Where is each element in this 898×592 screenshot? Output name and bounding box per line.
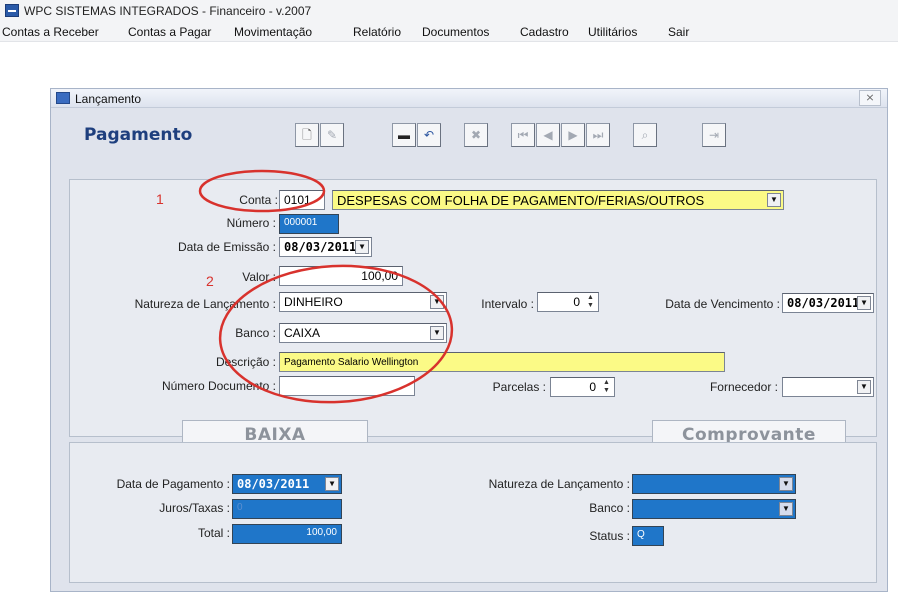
lancamento-form-panel: 1 Conta : 0101 DESPESAS COM FOLHA DE PAG… <box>69 179 877 450</box>
close-button[interactable]: ⨯ <box>859 90 881 106</box>
natureza-label: Natureza de Lançamento : <box>134 297 276 311</box>
banco-pagamento-select[interactable]: ▼ <box>632 499 796 519</box>
banco-label: Banco : <box>235 326 276 340</box>
intervalo-stepper[interactable]: 0 ▲ ▼ <box>537 292 599 312</box>
total-label: Total : <box>197 526 230 540</box>
data-emissao-value: 08/03/2011 <box>284 240 357 254</box>
data-pagamento-field[interactable]: 08/03/2011 ▼ <box>232 474 342 494</box>
menu-movimentacao[interactable]: Movimentação <box>234 25 312 39</box>
fornecedor-label: Fornecedor : <box>709 380 778 394</box>
chevron-down-icon[interactable]: ▼ <box>430 295 444 309</box>
window-title: WPC SISTEMAS INTEGRADOS - Financeiro - v… <box>24 4 312 18</box>
data-vencimento-label: Data de Vencimento : <box>665 297 780 311</box>
parcelas-label: Parcelas : <box>492 380 546 394</box>
intervalo-value: 0 <box>573 295 580 309</box>
menu-bar: Contas a Receber Contas a Pagar Moviment… <box>0 22 898 42</box>
pagamento-panel: Data de Pagamento : 08/03/2011 ▼ Juros/T… <box>69 442 877 583</box>
undo-icon[interactable]: ↶ <box>417 123 441 147</box>
chevron-down-icon[interactable]: ▼ <box>767 193 781 207</box>
data-vencimento-field[interactable]: 08/03/2011 ▼ <box>782 293 874 313</box>
chevron-down-icon[interactable]: ▼ <box>430 326 444 340</box>
search-icon[interactable]: ⌕ <box>633 123 657 147</box>
data-emissao-label: Data de Emissão : <box>177 240 276 254</box>
calendar-dropdown-icon[interactable]: ▼ <box>355 240 369 254</box>
banco-pagamento-label: Banco : <box>589 501 630 515</box>
edit-icon[interactable]: ✎ <box>320 123 344 147</box>
fornecedor-select[interactable]: ▼ <box>782 377 874 397</box>
numero-documento-field[interactable] <box>279 376 415 396</box>
descricao-field[interactable]: Pagamento Salario Wellington <box>279 352 725 372</box>
conta-code-input[interactable]: 0101 <box>279 190 325 210</box>
conta-name-text: DESPESAS COM FOLHA DE PAGAMENTO/FERIAS/O… <box>337 193 705 208</box>
natureza-select[interactable]: DINHEIRO ▼ <box>279 292 447 312</box>
annotation-mark-2: 2 <box>206 273 214 289</box>
prev-record-icon[interactable]: ◀ <box>536 123 560 147</box>
numero-label: Número : <box>226 216 276 230</box>
chevron-down-icon[interactable]: ▼ <box>779 477 793 491</box>
valor-label: Valor : <box>242 270 276 284</box>
calendar-dropdown-icon[interactable]: ▼ <box>325 477 339 491</box>
dialog-title: Lançamento <box>75 92 142 106</box>
conta-label: Conta : <box>239 193 278 207</box>
next-record-icon[interactable]: ▶ <box>561 123 585 147</box>
banco-value: CAIXA <box>284 326 321 340</box>
dialog-titlebar: Lançamento ⨯ <box>51 89 887 108</box>
app-icon <box>5 4 19 17</box>
calendar-dropdown-icon[interactable]: ▼ <box>857 296 871 310</box>
lancamento-dialog: Lançamento ⨯ Pagamento 🗋 ✎ ▬ ↶ ✖ ⏮ ◀ ▶ ⏭… <box>50 88 888 592</box>
numero-documento-label: Número Documento : <box>161 379 276 393</box>
chevron-down-icon[interactable]: ▼ <box>779 502 793 516</box>
menu-relatorio[interactable]: Relatório <box>353 25 401 39</box>
delete-icon[interactable]: ✖ <box>464 123 488 147</box>
parcelas-stepper[interactable]: 0 ▲ ▼ <box>550 377 615 397</box>
natureza-value: DINHEIRO <box>284 295 343 309</box>
first-record-icon[interactable]: ⏮ <box>511 123 535 147</box>
intervalo-label: Intervalo : <box>481 297 534 311</box>
conta-select[interactable]: DESPESAS COM FOLHA DE PAGAMENTO/FERIAS/O… <box>332 190 784 210</box>
juros-label: Juros/Taxas : <box>159 501 230 515</box>
save-icon[interactable]: ▬ <box>392 123 416 147</box>
natureza-pagamento-select[interactable]: ▼ <box>632 474 796 494</box>
last-record-icon[interactable]: ⏭ <box>586 123 610 147</box>
parcelas-value: 0 <box>589 380 596 394</box>
data-vencimento-value: 08/03/2011 <box>787 296 860 310</box>
menu-documentos[interactable]: Documentos <box>422 25 489 39</box>
numero-field[interactable]: 000001 <box>279 214 339 234</box>
status-field[interactable]: Q <box>632 526 664 546</box>
stepper-arrows-icon[interactable]: ▲ ▼ <box>585 294 596 310</box>
window-titlebar: WPC SISTEMAS INTEGRADOS - Financeiro - v… <box>0 0 898 22</box>
data-pagamento-label: Data de Pagamento : <box>116 477 230 491</box>
descricao-label: Descrição : <box>215 355 276 369</box>
valor-field[interactable]: 100,00 <box>279 266 403 286</box>
stepper-arrows-icon[interactable]: ▲ ▼ <box>601 379 612 395</box>
menu-contas-receber[interactable]: Contas a Receber <box>2 25 99 39</box>
menu-cadastro[interactable]: Cadastro <box>520 25 569 39</box>
status-label: Status : <box>589 529 630 543</box>
menu-sair[interactable]: Sair <box>668 25 689 39</box>
page-heading: Pagamento <box>84 125 193 145</box>
new-icon[interactable]: 🗋 <box>295 123 319 147</box>
chevron-down-icon[interactable]: ▼ <box>857 380 871 394</box>
data-emissao-field[interactable]: 08/03/2011 ▼ <box>279 237 372 257</box>
total-field[interactable]: 100,00 <box>232 524 342 544</box>
natureza-pagamento-label: Natureza de Lançamento : <box>488 477 630 491</box>
dialog-app-icon <box>56 92 70 104</box>
exit-icon[interactable]: ⇥ <box>702 123 726 147</box>
annotation-mark-1: 1 <box>156 191 164 207</box>
data-pagamento-value: 08/03/2011 <box>237 477 310 491</box>
menu-utilitarios[interactable]: Utilitários <box>588 25 637 39</box>
menu-contas-pagar[interactable]: Contas a Pagar <box>128 25 211 39</box>
banco-select[interactable]: CAIXA ▼ <box>279 323 447 343</box>
juros-field[interactable]: 0 <box>232 499 342 519</box>
